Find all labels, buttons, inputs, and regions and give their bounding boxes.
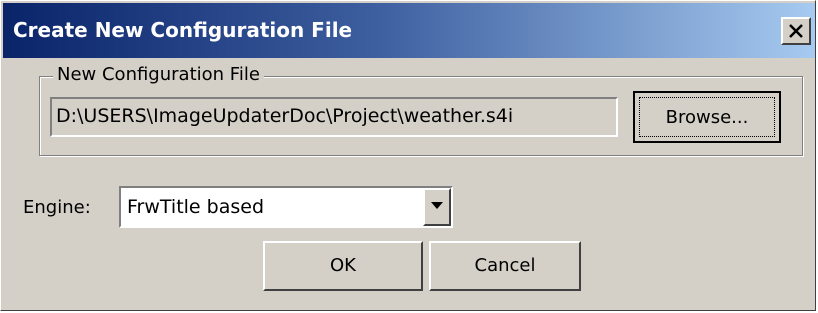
dialog-title: Create New Configuration File [13, 18, 353, 42]
engine-selected-value: FrwTitle based [127, 196, 265, 218]
browse-button[interactable]: Browse... [633, 91, 781, 143]
engine-dropdown-button[interactable] [423, 188, 451, 226]
engine-select[interactable]: FrwTitle based [119, 186, 453, 228]
chevron-down-icon [431, 202, 443, 209]
groupbox-legend: New Configuration File [53, 63, 264, 87]
title-bar[interactable]: Create New Configuration File [3, 3, 815, 58]
ok-button[interactable]: OK [263, 241, 423, 291]
engine-label: Engine: [23, 197, 91, 218]
cancel-button[interactable]: Cancel [429, 241, 581, 291]
close-icon [789, 24, 803, 38]
close-button[interactable] [781, 17, 811, 45]
create-config-dialog: Create New Configuration File New Config… [0, 0, 816, 311]
config-path-field[interactable]: D:\USERS\ImageUpdaterDoc\Project\weather… [50, 97, 618, 137]
browse-button-label: Browse... [639, 97, 775, 137]
